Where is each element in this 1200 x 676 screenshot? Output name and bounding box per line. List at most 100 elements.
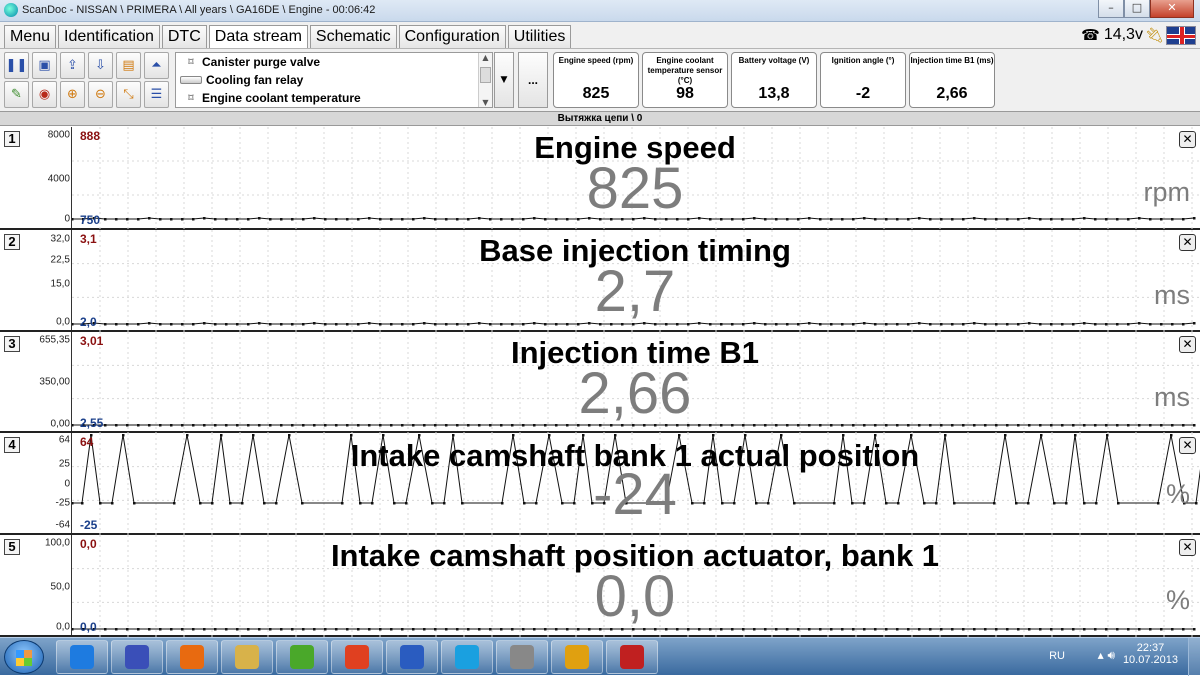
chrome-icon-glyph: [345, 645, 369, 669]
close-icon[interactable]: ✕: [1179, 437, 1196, 454]
uk-flag-icon[interactable]: [1166, 25, 1196, 45]
plug-icon: 🔌︎: [1144, 26, 1164, 44]
chrome-icon[interactable]: [331, 640, 383, 674]
scroll-down-icon[interactable]: ▼: [479, 98, 492, 107]
panel-current-value: 825: [586, 156, 684, 221]
panel-current-value: 0,0: [594, 564, 676, 629]
close-icon[interactable]: ✕: [1179, 131, 1196, 148]
language-indicator[interactable]: RU: [1049, 650, 1065, 662]
plot-panel-4[interactable]: 4 64 25 0 -25 -64 64 -25 Intake camshaft bank 1 …: [0, 433, 1200, 535]
volume-icon[interactable]: 🔊︎: [1107, 648, 1115, 662]
scandoc-icon[interactable]: [496, 640, 548, 674]
window-controls: – □ ✕: [1098, 0, 1194, 19]
toolbar-buttons: ❚❚ ▣ ⇪ ⇩ ▤ ⏶ ✎ ◉ ⊕ ⊖ ⤡ ☰: [4, 52, 169, 108]
fit-icon[interactable]: ⤡: [116, 81, 141, 108]
show-desktop-button[interactable]: [1188, 638, 1200, 676]
trace-point: [288, 434, 291, 437]
explorer-icon-glyph: [235, 645, 259, 669]
explorer-icon[interactable]: [221, 640, 273, 674]
more-button[interactable]: ...: [518, 52, 548, 108]
plot-panel-2[interactable]: 2 32,0 22,5 15,0 0,0 3,1 2,0 Base injection tim…: [0, 230, 1200, 332]
gauge-battery-voltage[interactable]: Battery voltage (V) 13,8: [731, 52, 817, 108]
itunes-icon-glyph: [125, 645, 149, 669]
panel-current-value: 2,66: [578, 361, 692, 426]
list-item[interactable]: Cooling fan relay: [176, 71, 492, 89]
panel-unit: ms: [1154, 382, 1190, 412]
tab-identification[interactable]: Identification: [58, 25, 160, 48]
toolbar: ❚❚ ▣ ⇪ ⇩ ▤ ⏶ ✎ ◉ ⊕ ⊖ ⤡ ☰ ⌑ Canister purg…: [0, 48, 1200, 112]
tab-utilities[interactable]: Utilities: [507, 25, 572, 48]
panel-unit: %: [1165, 585, 1190, 615]
chart-icon[interactable]: ⏶: [144, 52, 169, 79]
open-icon[interactable]: ▤: [116, 52, 141, 79]
media-icon[interactable]: [166, 640, 218, 674]
itunes-icon[interactable]: [111, 640, 163, 674]
tab-schematic[interactable]: Schematic: [309, 25, 397, 48]
scroll-up-icon[interactable]: ▲: [479, 53, 492, 62]
chevron-down-icon[interactable]: ▼: [494, 52, 514, 108]
toggle-icon: [180, 76, 202, 84]
trace-point: [944, 434, 947, 437]
start-button[interactable]: [4, 640, 44, 674]
group-bar: Вытяжка цепи \ 0: [0, 111, 1200, 126]
gauge-coolant-temp[interactable]: Engine coolant temperature sensor (°C) 9…: [642, 52, 728, 108]
trace-point: [874, 434, 877, 437]
tab-menu[interactable]: Menu: [4, 25, 57, 48]
record-icon[interactable]: ◉: [32, 81, 57, 108]
pause-icon[interactable]: ❚❚: [4, 52, 29, 79]
list-icon[interactable]: ☰: [144, 81, 169, 108]
export-icon[interactable]: ⇪: [60, 52, 85, 79]
leaf-icon[interactable]: ✎: [4, 81, 29, 108]
tab-dtc[interactable]: DTC: [161, 25, 207, 48]
clock[interactable]: 22:37 10.07.2013: [1123, 642, 1178, 666]
phone-icon[interactable]: ☎: [1081, 26, 1100, 44]
cl-icon[interactable]: [606, 640, 658, 674]
menu-bar: Menu Identification DTC Data stream Sche…: [0, 22, 1200, 49]
media-icon-glyph: [180, 645, 204, 669]
list-item[interactable]: ⌑ Engine coolant temperature: [176, 89, 492, 107]
trace-point: [678, 434, 681, 437]
close-window-button[interactable]: ✕: [1150, 0, 1194, 18]
panel-current-value: 2,7: [594, 259, 676, 324]
tab-configuration[interactable]: Configuration: [398, 25, 506, 48]
minimize-button[interactable]: –: [1098, 0, 1124, 18]
trace-point: [910, 434, 913, 437]
chevrolet-icon[interactable]: [551, 640, 603, 674]
trace-point: [122, 434, 125, 437]
list-scrollbar[interactable]: ▲ ▼: [478, 53, 492, 107]
plot-panel-1[interactable]: 1 8000 4000 0 888 750 Engine speed 825 rpm ✕: [0, 127, 1200, 230]
ie-icon[interactable]: [56, 640, 108, 674]
pin-icon: ⌑: [188, 56, 194, 68]
gauge-engine-speed[interactable]: Engine speed (rpm) 825: [553, 52, 639, 108]
icq-icon-glyph: [290, 645, 314, 669]
pin-icon: ⌑: [188, 92, 194, 104]
window-titlebar: ScanDoc - NISSAN \ PRIMERA \ All years \…: [0, 0, 1200, 22]
gauge-ignition-angle[interactable]: Ignition angle (°) -2: [820, 52, 906, 108]
skype-icon-glyph: [455, 645, 479, 669]
import-icon[interactable]: ⇩: [88, 52, 113, 79]
icq-icon[interactable]: [276, 640, 328, 674]
word-icon[interactable]: [386, 640, 438, 674]
close-icon[interactable]: ✕: [1179, 539, 1196, 556]
plot-panel-5[interactable]: 5 100,0 50,0 0,0 0,0 0,0 Intake camshaft posit…: [0, 535, 1200, 637]
tab-data-stream[interactable]: Data stream: [208, 25, 308, 49]
taskbar: RU ▴ 🔊︎ 22:37 10.07.2013: [0, 637, 1200, 676]
trace-point: [582, 434, 585, 437]
maximize-button[interactable]: □: [1124, 0, 1150, 18]
list-item[interactable]: ⌑ Canister purge valve: [176, 53, 492, 71]
scroll-thumb[interactable]: [480, 67, 491, 83]
zoom-in-icon[interactable]: ⊕: [60, 81, 85, 108]
trace-point: [712, 434, 715, 437]
chevron-up-icon[interactable]: ▴: [1098, 648, 1104, 662]
battery-voltage-readout: 14,3v: [1103, 26, 1143, 43]
skype-icon[interactable]: [441, 640, 493, 674]
close-icon[interactable]: ✕: [1179, 234, 1196, 251]
save-icon[interactable]: ▣: [32, 52, 57, 79]
zoom-out-icon[interactable]: ⊖: [88, 81, 113, 108]
close-icon[interactable]: ✕: [1179, 336, 1196, 353]
parameter-list[interactable]: ⌑ Canister purge valve Cooling fan relay…: [175, 52, 493, 108]
trace-point: [382, 434, 385, 437]
gauge-injection-time[interactable]: Injection time B1 (ms) 2,66: [909, 52, 995, 108]
clock-time: 22:37: [1136, 642, 1165, 654]
plot-panel-3[interactable]: 3 655,35 350,00 0,00 3,01 2,55 Injection time …: [0, 332, 1200, 433]
